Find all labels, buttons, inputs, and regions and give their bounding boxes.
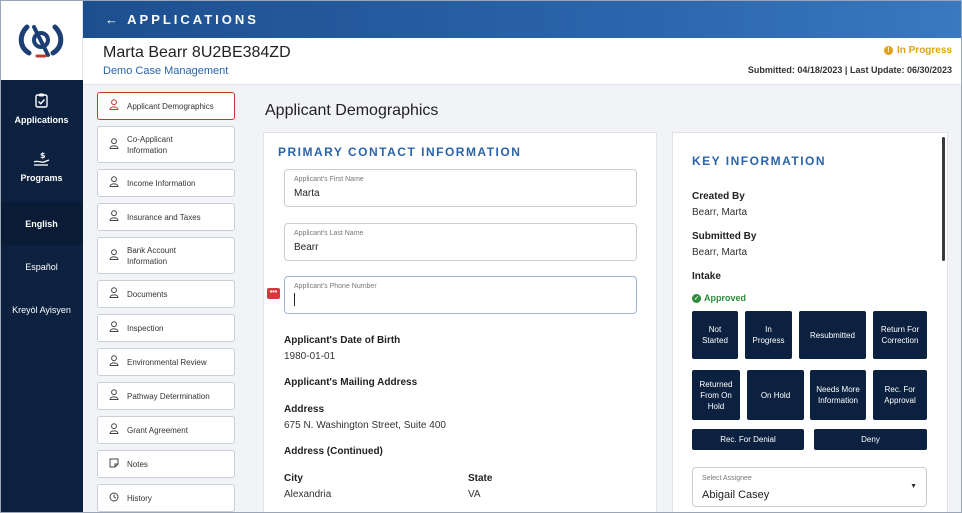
rail-item-programs[interactable]: $ Programs — [0, 138, 83, 196]
error-icon: ••• — [267, 288, 280, 299]
note-icon — [108, 458, 120, 471]
rail-item-label: Programs — [20, 173, 63, 183]
created-by-value: Bearr, Marta — [692, 207, 748, 218]
city-value: Alexandria — [284, 489, 332, 500]
key-information-title: KEY INFORMATION — [692, 154, 827, 168]
nav-applicant-demographics[interactable]: Applicant Demographics — [97, 92, 235, 120]
status-badge: ! In Progress — [883, 45, 952, 56]
created-by-label: Created By — [692, 191, 745, 202]
user-icon — [108, 355, 120, 369]
user-icon — [108, 176, 120, 190]
nav-history[interactable]: History — [97, 484, 235, 512]
field-label: Applicant's First Name — [294, 176, 364, 183]
nav-insurance-and-taxes[interactable]: Insurance and Taxes — [97, 203, 235, 231]
case-header: Marta Bearr 8U2BE384ZD Demo Case Managem… — [83, 38, 962, 85]
assignee-select[interactable]: Select Assignee Abigail Casey ▼ — [692, 467, 927, 507]
info-icon: ! — [883, 46, 893, 55]
nav-notes[interactable]: Notes — [97, 450, 235, 478]
user-icon — [108, 287, 120, 301]
user-icon — [108, 321, 120, 335]
user-icon — [108, 389, 120, 403]
top-bar: ← APPLICATIONS — [83, 0, 962, 38]
status-text: In Progress — [896, 45, 952, 56]
resubmitted-button[interactable]: Resubmitted — [799, 311, 866, 359]
first-name-field[interactable]: Applicant's First Name Marta — [284, 169, 637, 207]
nav-inspection[interactable]: Inspection — [97, 314, 235, 342]
nav-environmental-review[interactable]: Environmental Review — [97, 348, 235, 376]
field-value: Bearr — [294, 242, 319, 253]
intake-label: Intake — [692, 271, 721, 282]
last-name-field[interactable]: Applicant's Last Name Bearr — [284, 223, 637, 261]
case-dates: Submitted: 04/18/2023 | Last Update: 06/… — [747, 65, 952, 75]
money-hand-icon: $ — [33, 151, 51, 170]
city-label: City — [284, 473, 303, 484]
address-label: Address — [284, 404, 325, 415]
dob-value: 1980-01-01 — [284, 351, 336, 362]
nav-pathway-determination[interactable]: Pathway Determination — [97, 382, 235, 410]
on-hold-button[interactable]: On Hold — [747, 370, 804, 420]
user-icon — [108, 99, 120, 113]
field-value: Marta — [294, 188, 320, 199]
submitted-by-label: Submitted By — [692, 231, 757, 242]
address-continued-label: Address (Continued) — [284, 446, 383, 457]
key-information-card: KEY INFORMATION Created By Bearr, Marta … — [672, 132, 948, 513]
select-label: Select Assignee — [702, 475, 752, 482]
case-subtitle-link[interactable]: Demo Case Management — [103, 65, 228, 77]
mailing-address-heading: Applicant's Mailing Address — [284, 377, 418, 388]
language-kreyol[interactable]: Kreyòl Ayisyen — [0, 288, 83, 331]
content-area: Applicant Demographics Co-Applicant Info… — [83, 85, 962, 513]
left-rail: Applications $ Programs English Español … — [0, 0, 83, 513]
primary-contact-card: PRIMARY CONTACT INFORMATION Applicant's … — [263, 132, 657, 513]
svg-text:$: $ — [40, 151, 46, 160]
returned-from-on-hold-button[interactable]: Returned From On Hold — [692, 370, 740, 420]
text-caret — [294, 293, 295, 306]
field-label: Applicant's Phone Number — [294, 283, 377, 290]
nav-bank-account-information[interactable]: Bank Account Information — [97, 237, 235, 274]
nav-co-applicant-information[interactable]: Co-Applicant Information — [97, 126, 235, 163]
select-value: Abigail Casey — [702, 489, 770, 501]
field-label: Applicant's Last Name — [294, 230, 364, 237]
user-icon — [108, 248, 120, 263]
language-english[interactable]: English — [0, 202, 83, 245]
rail-item-label: Applications — [14, 115, 69, 125]
phone-number-field[interactable]: Applicant's Phone Number — [284, 276, 637, 314]
rec-for-approval-button[interactable]: Rec. For Approval — [873, 370, 927, 420]
submitted-by-value: Bearr, Marta — [692, 247, 748, 258]
clipboard-check-icon — [35, 93, 48, 112]
user-icon — [108, 210, 120, 224]
nav-documents[interactable]: Documents — [97, 280, 235, 308]
intake-status: ✓ Approved — [692, 293, 746, 303]
needs-more-information-button[interactable]: Needs More Information — [810, 370, 866, 420]
back-to-applications-link[interactable]: ← APPLICATIONS — [105, 12, 259, 27]
user-icon — [108, 137, 120, 152]
address-value: 675 N. Washington Street, Suite 400 — [284, 420, 446, 431]
case-title: Marta Bearr 8U2BE384ZD — [103, 44, 291, 61]
caret-down-icon: ▼ — [910, 483, 917, 490]
nav-income-information[interactable]: Income Information — [97, 169, 235, 197]
intake-status-text: Approved — [704, 293, 747, 303]
return-for-correction-button[interactable]: Return For Correction — [873, 311, 927, 359]
clock-icon — [108, 492, 120, 505]
page-title: Applicant Demographics — [265, 102, 439, 119]
not-started-button[interactable]: Not Started — [692, 311, 738, 359]
check-circle-icon: ✓ — [692, 293, 701, 303]
user-icon — [108, 423, 120, 437]
logo-icon — [18, 24, 64, 58]
app-logo[interactable] — [0, 0, 83, 80]
rail-item-applications[interactable]: Applications — [0, 80, 83, 138]
scrollbar-thumb[interactable] — [942, 137, 945, 261]
rec-for-denial-button[interactable]: Rec. For Denial — [692, 429, 804, 450]
language-espanol[interactable]: Español — [0, 245, 83, 288]
section-nav: Applicant Demographics Co-Applicant Info… — [97, 92, 235, 513]
dob-label: Applicant's Date of Birth — [284, 335, 401, 346]
state-label: State — [468, 473, 493, 484]
section-title: PRIMARY CONTACT INFORMATION — [278, 145, 522, 159]
deny-button[interactable]: Deny — [814, 429, 927, 450]
nav-grant-agreement[interactable]: Grant Agreement — [97, 416, 235, 444]
state-value: VA — [468, 489, 481, 500]
in-progress-button[interactable]: In Progress — [745, 311, 792, 359]
